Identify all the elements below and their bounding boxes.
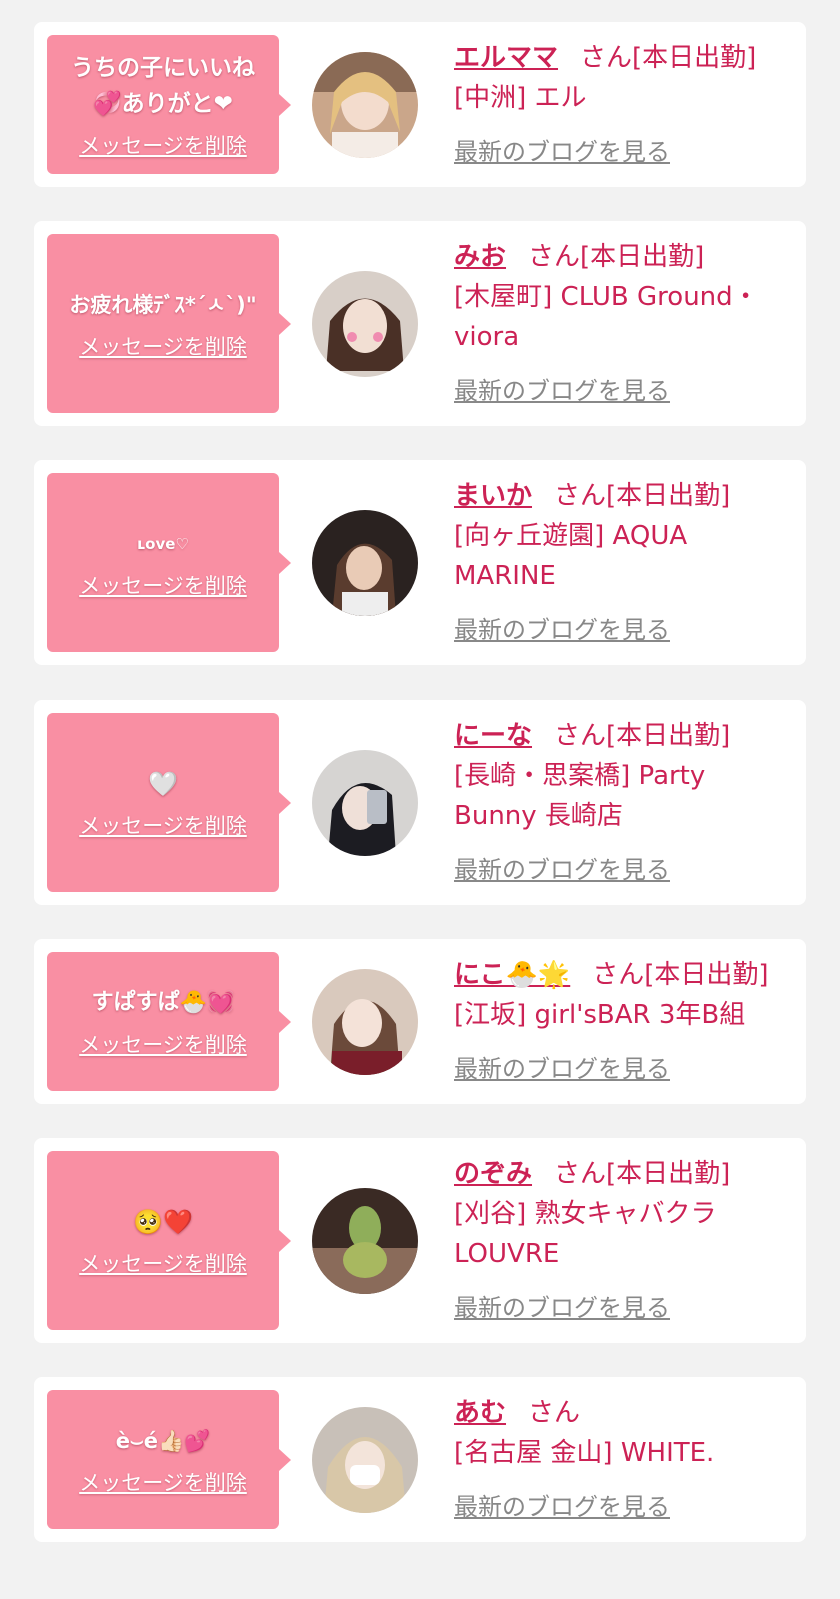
- latest-blog-link[interactable]: 最新のブログを見る: [454, 610, 670, 645]
- list-item: お疲れ様ﾃﾞｽ*´ㅅ`)" メッセージを削除 みお さん[本日出勤] [木屋町] …: [34, 221, 806, 426]
- message-text: すぱすぱ🐣💓: [91, 989, 235, 1015]
- message-line: うちの子にいいね: [71, 54, 255, 81]
- message-bubble: すぱすぱ🐣💓 メッセージを削除: [47, 952, 291, 1091]
- honorific: さん: [528, 242, 581, 272]
- avatar[interactable]: [312, 1188, 418, 1294]
- shop-name: [向ヶ丘遊園] AQUA MARINE: [454, 521, 688, 591]
- on-duty-label: [本日出勤]: [632, 43, 757, 73]
- on-duty-label: [本日出勤]: [644, 960, 769, 990]
- list-item: è⌣é👍🏻💕 メッセージを削除 あむ さん [名古屋 金山] WHITE. 最新の…: [34, 1377, 806, 1542]
- message-bubble: 🥺❤️ メッセージを削除: [47, 1151, 291, 1330]
- cast-name-link[interactable]: のぞみ: [454, 1159, 532, 1189]
- avatar[interactable]: [312, 510, 418, 616]
- on-duty-label: [本日出勤]: [606, 481, 731, 511]
- message-bubble: è⌣é👍🏻💕 メッセージを削除: [47, 1390, 291, 1529]
- delete-message-link[interactable]: メッセージを削除: [79, 130, 247, 160]
- list-item: 🤍 メッセージを削除 にーな さん[本日出勤] [長崎・思案橋] Party Bu…: [34, 700, 806, 905]
- message-bubble: 🤍 メッセージを削除: [47, 713, 291, 892]
- delete-message-link[interactable]: メッセージを削除: [79, 810, 247, 840]
- message-text: うちの子にいいね 💞ありがと❤: [71, 50, 255, 122]
- latest-blog-link[interactable]: 最新のブログを見る: [454, 1049, 670, 1084]
- latest-blog-link[interactable]: 最新のブログを見る: [454, 132, 670, 167]
- honorific: さん: [592, 960, 645, 990]
- message-text: ʟove♡: [137, 534, 189, 553]
- cast-info: エルママ さん[本日出勤] [中洲] エル 最新のブログを見る: [454, 38, 796, 167]
- honorific: さん: [528, 1398, 581, 1428]
- delete-message-link[interactable]: メッセージを削除: [79, 1029, 247, 1059]
- cast-info: にーな さん[本日出勤] [長崎・思案橋] Party Bunny 長崎店 最新の…: [454, 716, 796, 885]
- delete-message-link[interactable]: メッセージを削除: [79, 1248, 247, 1278]
- latest-blog-link[interactable]: 最新のブログを見る: [454, 850, 670, 885]
- on-duty-label: [本日出勤]: [580, 242, 705, 272]
- honorific: さん: [554, 721, 607, 751]
- avatar[interactable]: [312, 52, 418, 158]
- list-item: 🥺❤️ メッセージを削除 のぞみ さん[本日出勤] [刈谷] 熟女キャバクラ LO…: [34, 1138, 806, 1343]
- shop-name: [刈谷] 熟女キャバクラ LOUVRE: [454, 1199, 717, 1269]
- cast-name-link[interactable]: あむ: [454, 1398, 506, 1428]
- latest-blog-link[interactable]: 最新のブログを見る: [454, 1288, 670, 1323]
- shop-name: [木屋町] CLUB Ground・viora: [454, 282, 759, 352]
- delete-message-link[interactable]: メッセージを削除: [79, 570, 247, 600]
- cast-info: のぞみ さん[本日出勤] [刈谷] 熟女キャバクラ LOUVRE 最新のブログを見…: [454, 1154, 796, 1323]
- list-item: すぱすぱ🐣💓 メッセージを削除 にこ🐣🌟 さん[本日出勤] [江坂] girl's…: [34, 939, 806, 1104]
- delete-message-link[interactable]: メッセージを削除: [79, 331, 247, 361]
- cast-name-link[interactable]: にーな: [454, 721, 532, 751]
- on-duty-label: [本日出勤]: [606, 1159, 731, 1189]
- honorific: さん: [554, 481, 607, 511]
- avatar[interactable]: [312, 1407, 418, 1513]
- cast-info: あむ さん [名古屋 金山] WHITE. 最新のブログを見る: [454, 1393, 796, 1522]
- name-line: みお さん[本日出勤]: [454, 237, 796, 277]
- message-bubble: うちの子にいいね 💞ありがと❤ メッセージを削除: [47, 35, 291, 174]
- cast-name-link[interactable]: エルママ: [454, 43, 558, 73]
- name-line: にこ🐣🌟 さん[本日出勤]: [454, 955, 796, 995]
- shop-name: [名古屋 金山] WHITE.: [454, 1438, 715, 1468]
- message-bubble: お疲れ様ﾃﾞｽ*´ㅅ`)" メッセージを削除: [47, 234, 291, 413]
- latest-blog-link[interactable]: 最新のブログを見る: [454, 371, 670, 406]
- name-line: まいか さん[本日出勤]: [454, 476, 796, 516]
- shop-name: [江坂] girl'sBAR 3年B組: [454, 1000, 746, 1030]
- name-line: にーな さん[本日出勤]: [454, 716, 796, 756]
- avatar[interactable]: [312, 271, 418, 377]
- cast-name-link[interactable]: にこ🐣🌟: [454, 960, 570, 990]
- cast-name-link[interactable]: みお: [454, 242, 506, 272]
- message-text: è⌣é👍🏻💕: [115, 1428, 211, 1453]
- avatar[interactable]: [312, 750, 418, 856]
- name-line: のぞみ さん[本日出勤]: [454, 1154, 796, 1194]
- on-duty-label: [本日出勤]: [606, 721, 731, 751]
- cast-name-link[interactable]: まいか: [454, 481, 532, 511]
- name-line: エルママ さん[本日出勤]: [454, 38, 796, 78]
- cast-info: まいか さん[本日出勤] [向ヶ丘遊園] AQUA MARINE 最新のブログを見…: [454, 476, 796, 645]
- shop-name: [中洲] エル: [454, 83, 587, 113]
- list-item: ʟove♡ メッセージを削除 まいか さん[本日出勤] [向ヶ丘遊園] AQUA …: [34, 460, 806, 665]
- cast-info: みお さん[本日出勤] [木屋町] CLUB Ground・viora 最新のブロ…: [454, 237, 796, 406]
- favorite-list: うちの子にいいね 💞ありがと❤ メッセージを削除 エルママ さん[本日出勤] [中…: [0, 0, 840, 1599]
- name-line: あむ さん: [454, 1393, 796, 1433]
- honorific: さん: [554, 1159, 607, 1189]
- latest-blog-link[interactable]: 最新のブログを見る: [454, 1487, 670, 1522]
- delete-message-link[interactable]: メッセージを削除: [79, 1467, 247, 1497]
- message-bubble: ʟove♡ メッセージを削除: [47, 473, 291, 652]
- message-text: 🤍: [148, 769, 178, 798]
- list-item: うちの子にいいね 💞ありがと❤ メッセージを削除 エルママ さん[本日出勤] [中…: [34, 22, 806, 187]
- message-line: 💞ありがと❤: [93, 90, 233, 117]
- cast-info: にこ🐣🌟 さん[本日出勤] [江坂] girl'sBAR 3年B組 最新のブログを…: [454, 955, 796, 1084]
- honorific: さん: [580, 43, 633, 73]
- avatar[interactable]: [312, 969, 418, 1075]
- message-text: 🥺❤️: [133, 1207, 193, 1236]
- message-text: お疲れ様ﾃﾞｽ*´ㅅ`)": [69, 292, 257, 317]
- shop-name: [長崎・思案橋] Party Bunny 長崎店: [454, 761, 706, 831]
